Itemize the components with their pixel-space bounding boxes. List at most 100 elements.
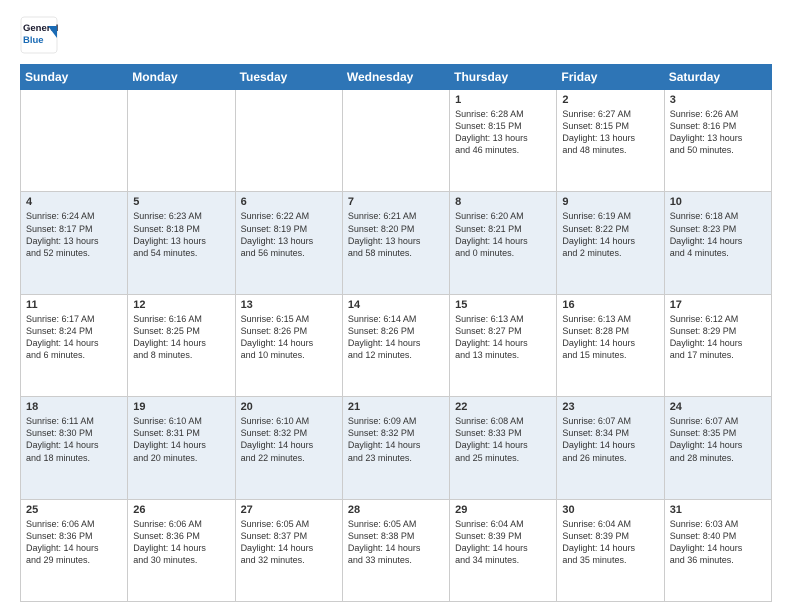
day-cell-9: 9 Sunrise: 6:19 AM Sunset: 8:22 PM Daylig… [557,192,664,294]
day-cell-6: 6 Sunrise: 6:22 AM Sunset: 8:19 PM Daylig… [235,192,342,294]
day-info: Sunrise: 6:12 AM Sunset: 8:29 PM Dayligh… [670,313,766,362]
day-number: 14 [348,299,444,311]
day-info: Sunrise: 6:07 AM Sunset: 8:35 PM Dayligh… [670,415,766,464]
week-row-4: 25 Sunrise: 6:06 AM Sunset: 8:36 PM Dayli… [21,499,772,601]
day-cell-16: 16Sunrise: 6:13 AM Sunset: 8:28 PM Dayli… [557,294,664,396]
day-info: Sunrise: 6:23 AM Sunset: 8:18 PM Dayligh… [133,210,229,259]
day-cell-11: 11Sunrise: 6:17 AM Sunset: 8:24 PM Dayli… [21,294,128,396]
day-info: Sunrise: 6:05 AM Sunset: 8:37 PM Dayligh… [241,518,337,567]
day-cell-31: 31 Sunrise: 6:03 AM Sunset: 8:40 PM Dayli… [664,499,771,601]
day-number: 3 [670,94,766,106]
empty-cell [21,90,128,192]
day-number: 20 [241,401,337,413]
week-row-2: 11Sunrise: 6:17 AM Sunset: 8:24 PM Dayli… [21,294,772,396]
day-number: 18 [26,401,122,413]
day-cell-25: 25 Sunrise: 6:06 AM Sunset: 8:36 PM Dayli… [21,499,128,601]
day-cell-10: 10 Sunrise: 6:18 AM Sunset: 8:23 PM Dayli… [664,192,771,294]
week-row-3: 18Sunrise: 6:11 AM Sunset: 8:30 PM Dayli… [21,397,772,499]
day-cell-27: 27 Sunrise: 6:05 AM Sunset: 8:37 PM Dayli… [235,499,342,601]
day-number: 12 [133,299,229,311]
day-info: Sunrise: 6:13 AM Sunset: 8:28 PM Dayligh… [562,313,658,362]
day-number: 26 [133,504,229,516]
day-cell-26: 26 Sunrise: 6:06 AM Sunset: 8:36 PM Dayli… [128,499,235,601]
day-number: 1 [455,94,551,106]
day-number: 25 [26,504,122,516]
svg-text:Blue: Blue [23,35,44,46]
day-cell-8: 8Sunrise: 6:20 AM Sunset: 8:21 PM Daylig… [450,192,557,294]
day-cell-29: 29 Sunrise: 6:04 AM Sunset: 8:39 PM Dayli… [450,499,557,601]
day-info: Sunrise: 6:04 AM Sunset: 8:39 PM Dayligh… [455,518,551,567]
weekday-thursday: Thursday [450,65,557,90]
day-cell-21: 21 Sunrise: 6:09 AM Sunset: 8:32 PM Dayli… [342,397,449,499]
day-number: 8 [455,196,551,208]
day-cell-14: 14 Sunrise: 6:14 AM Sunset: 8:26 PM Dayli… [342,294,449,396]
header: General Blue [20,16,772,54]
day-number: 6 [241,196,337,208]
day-info: Sunrise: 6:15 AM Sunset: 8:26 PM Dayligh… [241,313,337,362]
day-cell-13: 13 Sunrise: 6:15 AM Sunset: 8:26 PM Dayli… [235,294,342,396]
day-cell-24: 24 Sunrise: 6:07 AM Sunset: 8:35 PM Dayli… [664,397,771,499]
day-info: Sunrise: 6:16 AM Sunset: 8:25 PM Dayligh… [133,313,229,362]
day-info: Sunrise: 6:09 AM Sunset: 8:32 PM Dayligh… [348,415,444,464]
day-number: 24 [670,401,766,413]
day-number: 22 [455,401,551,413]
day-cell-20: 20Sunrise: 6:10 AM Sunset: 8:32 PM Dayli… [235,397,342,499]
day-info: Sunrise: 6:08 AM Sunset: 8:33 PM Dayligh… [455,415,551,464]
weekday-sunday: Sunday [21,65,128,90]
day-info: Sunrise: 6:19 AM Sunset: 8:22 PM Dayligh… [562,210,658,259]
day-number: 10 [670,196,766,208]
day-number: 30 [562,504,658,516]
day-info: Sunrise: 6:14 AM Sunset: 8:26 PM Dayligh… [348,313,444,362]
week-row-0: 1 Sunrise: 6:28 AM Sunset: 8:15 PM Daylig… [21,90,772,192]
day-number: 19 [133,401,229,413]
day-info: Sunrise: 6:27 AM Sunset: 8:15 PM Dayligh… [562,108,658,157]
day-info: Sunrise: 6:10 AM Sunset: 8:31 PM Dayligh… [133,415,229,464]
page: General Blue SundayMondayTuesdayWednesda… [0,0,792,612]
empty-cell [235,90,342,192]
day-number: 21 [348,401,444,413]
weekday-saturday: Saturday [664,65,771,90]
day-number: 23 [562,401,658,413]
day-cell-1: 1 Sunrise: 6:28 AM Sunset: 8:15 PM Daylig… [450,90,557,192]
day-info: Sunrise: 6:03 AM Sunset: 8:40 PM Dayligh… [670,518,766,567]
day-cell-3: 3 Sunrise: 6:26 AM Sunset: 8:16 PM Daylig… [664,90,771,192]
day-cell-7: 7Sunrise: 6:21 AM Sunset: 8:20 PM Daylig… [342,192,449,294]
day-info: Sunrise: 6:06 AM Sunset: 8:36 PM Dayligh… [26,518,122,567]
day-cell-4: 4Sunrise: 6:24 AM Sunset: 8:17 PM Daylig… [21,192,128,294]
day-number: 29 [455,504,551,516]
day-number: 7 [348,196,444,208]
day-cell-19: 19 Sunrise: 6:10 AM Sunset: 8:31 PM Dayli… [128,397,235,499]
day-info: Sunrise: 6:07 AM Sunset: 8:34 PM Dayligh… [562,415,658,464]
day-info: Sunrise: 6:05 AM Sunset: 8:38 PM Dayligh… [348,518,444,567]
day-info: Sunrise: 6:18 AM Sunset: 8:23 PM Dayligh… [670,210,766,259]
weekday-monday: Monday [128,65,235,90]
day-info: Sunrise: 6:13 AM Sunset: 8:27 PM Dayligh… [455,313,551,362]
day-number: 13 [241,299,337,311]
day-info: Sunrise: 6:26 AM Sunset: 8:16 PM Dayligh… [670,108,766,157]
day-cell-22: 22 Sunrise: 6:08 AM Sunset: 8:33 PM Dayli… [450,397,557,499]
day-cell-30: 30 Sunrise: 6:04 AM Sunset: 8:39 PM Dayli… [557,499,664,601]
day-cell-15: 15 Sunrise: 6:13 AM Sunset: 8:27 PM Dayli… [450,294,557,396]
day-info: Sunrise: 6:06 AM Sunset: 8:36 PM Dayligh… [133,518,229,567]
day-cell-5: 5 Sunrise: 6:23 AM Sunset: 8:18 PM Daylig… [128,192,235,294]
day-number: 9 [562,196,658,208]
day-info: Sunrise: 6:22 AM Sunset: 8:19 PM Dayligh… [241,210,337,259]
week-row-1: 4Sunrise: 6:24 AM Sunset: 8:17 PM Daylig… [21,192,772,294]
logo-svg: General Blue [20,16,58,54]
day-info: Sunrise: 6:24 AM Sunset: 8:17 PM Dayligh… [26,210,122,259]
day-cell-12: 12 Sunrise: 6:16 AM Sunset: 8:25 PM Dayli… [128,294,235,396]
day-number: 17 [670,299,766,311]
calendar-table: SundayMondayTuesdayWednesdayThursdayFrid… [20,64,772,602]
day-cell-28: 28Sunrise: 6:05 AM Sunset: 8:38 PM Dayli… [342,499,449,601]
day-info: Sunrise: 6:04 AM Sunset: 8:39 PM Dayligh… [562,518,658,567]
day-info: Sunrise: 6:17 AM Sunset: 8:24 PM Dayligh… [26,313,122,362]
day-number: 2 [562,94,658,106]
day-number: 27 [241,504,337,516]
day-cell-23: 23 Sunrise: 6:07 AM Sunset: 8:34 PM Dayli… [557,397,664,499]
day-number: 5 [133,196,229,208]
day-number: 31 [670,504,766,516]
day-number: 15 [455,299,551,311]
day-info: Sunrise: 6:28 AM Sunset: 8:15 PM Dayligh… [455,108,551,157]
weekday-wednesday: Wednesday [342,65,449,90]
empty-cell [128,90,235,192]
